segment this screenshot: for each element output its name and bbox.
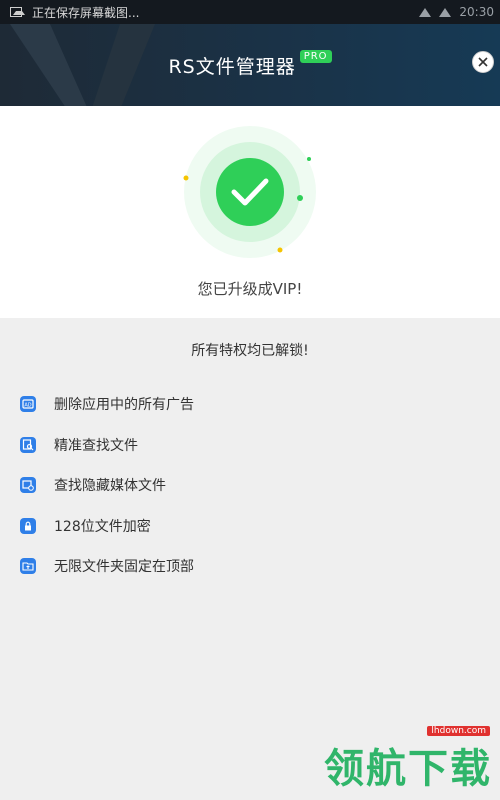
- list-item: 128位文件加密: [20, 506, 480, 547]
- close-button[interactable]: [472, 51, 494, 73]
- image-icon: [10, 7, 25, 17]
- feature-list: AD 删除应用中的所有广告 精准查找文件 查找隐藏媒体文件 128位文件加密 无…: [20, 384, 480, 587]
- vip-message: 您已升级成VIP!: [197, 280, 303, 298]
- close-icon: [478, 57, 488, 67]
- app-title-row: RS文件管理器 PRO: [0, 50, 500, 79]
- status-bar: 正在保存屏幕截图... 20:30: [0, 0, 500, 24]
- list-item: 查找隐藏媒体文件: [20, 465, 480, 506]
- signal-icon: [419, 7, 432, 17]
- pro-badge: PRO: [299, 50, 332, 63]
- status-time: 20:30: [459, 5, 494, 19]
- vip-hero: 您已升级成VIP!: [0, 106, 500, 318]
- app-title: RS文件管理器: [168, 56, 296, 78]
- file-search-icon: [20, 436, 36, 453]
- status-right: 20:30: [419, 0, 494, 24]
- svg-text:AD: AD: [24, 403, 31, 409]
- ad-remove-icon: AD: [20, 396, 36, 413]
- folder-pin-icon: [20, 558, 36, 575]
- feature-label: 删除应用中的所有广告: [54, 397, 194, 414]
- feature-label: 查找隐藏媒体文件: [54, 478, 166, 495]
- wifi-icon: [439, 7, 452, 17]
- watermark: lhdown.com 领航下载: [324, 726, 492, 794]
- list-item: 精准查找文件: [20, 425, 480, 466]
- status-notification: 正在保存屏幕截图...: [32, 5, 140, 20]
- feature-label: 精准查找文件: [54, 437, 138, 454]
- hidden-media-icon: [20, 477, 36, 494]
- success-check-icon: [183, 126, 316, 258]
- feature-label: 128位文件加密: [54, 518, 151, 535]
- unlock-title: 所有特权均已解锁!: [191, 343, 309, 359]
- watermark-text: 领航下载: [324, 746, 492, 792]
- feature-label: 无限文件夹固定在顶部: [54, 559, 194, 576]
- list-item: AD 删除应用中的所有广告: [20, 384, 480, 425]
- list-item: 无限文件夹固定在顶部: [20, 546, 480, 587]
- header-banner: RS文件管理器 PRO: [0, 24, 500, 106]
- lock-icon: [20, 517, 36, 534]
- watermark-url: lhdown.com: [427, 726, 490, 736]
